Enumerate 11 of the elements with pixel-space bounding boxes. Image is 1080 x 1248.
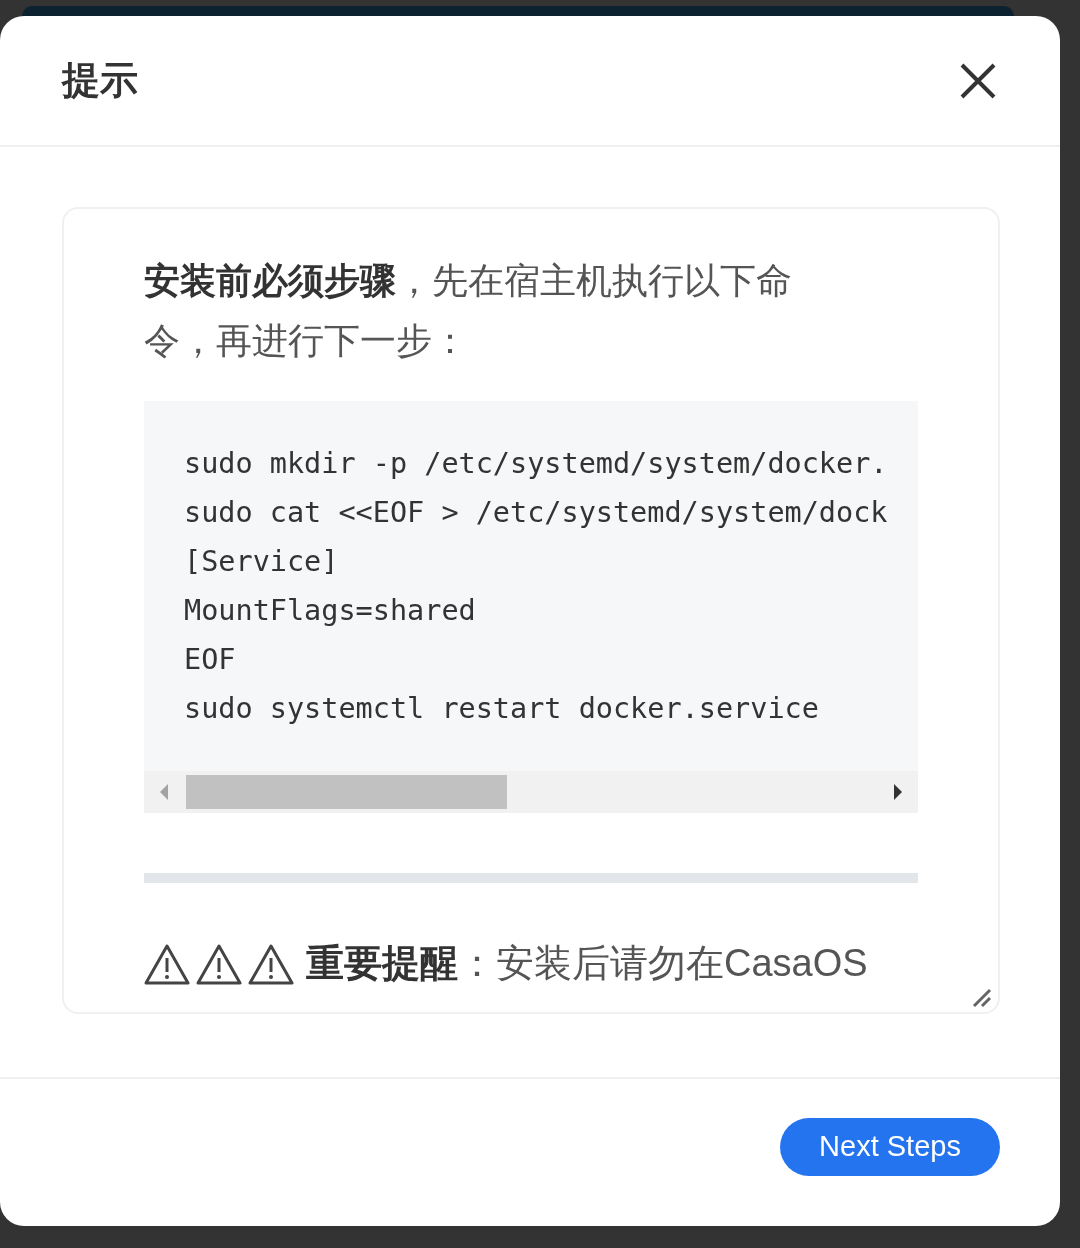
dialog-title: 提示 bbox=[62, 58, 138, 103]
scrollbar-thumb[interactable] bbox=[186, 775, 507, 809]
warning-icon bbox=[248, 942, 294, 985]
code-text: sudo mkdir -p /etc/systemd/system/docker. sudo cat <<EOF > /etc/systemd/system/dock [Service] MountFlags=shared EOF sudo systemctl restart docker.service bbox=[183, 446, 889, 727]
instruction-text: 安装前必须步骤，先在宿主机执行以下命令，再进行下一步： bbox=[144, 259, 793, 363]
resize-handle-icon[interactable] bbox=[970, 986, 992, 1008]
warning-icon bbox=[144, 942, 190, 985]
warning-icon bbox=[196, 942, 242, 985]
horizontal-scrollbar[interactable] bbox=[144, 771, 918, 813]
warning-text: 重要提醒：安装后请勿在CasaOS bbox=[306, 941, 868, 986]
next-steps-button[interactable]: Next Steps bbox=[780, 1117, 1000, 1176]
